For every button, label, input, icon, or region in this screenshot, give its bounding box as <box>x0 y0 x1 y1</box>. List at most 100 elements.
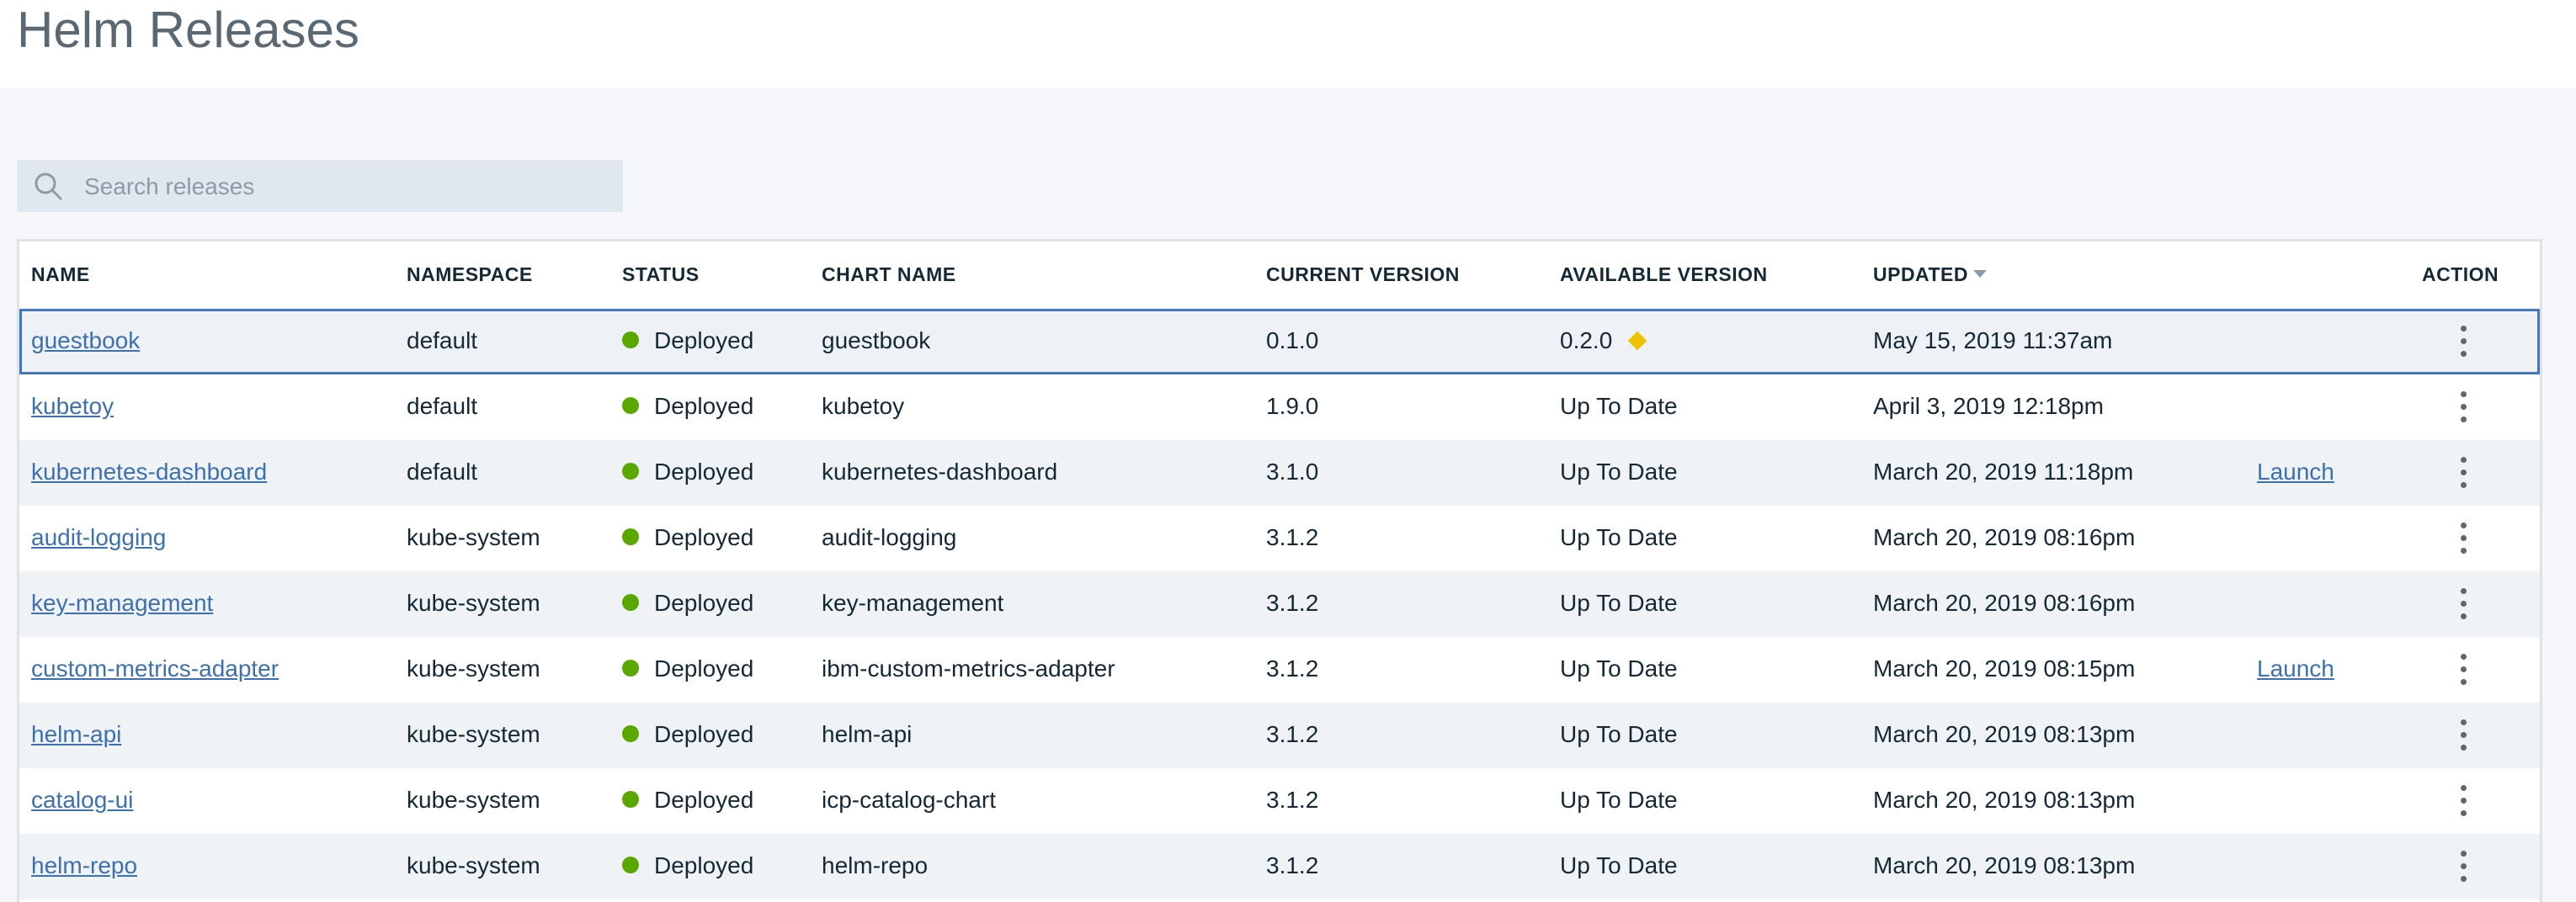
status-cell: Deployed <box>622 524 753 551</box>
table-row[interactable]: guestbook default Deployed guestbook 0.1.0 0.… <box>19 309 2540 374</box>
current-version-cell: 3.1.2 <box>1266 721 1319 747</box>
table-row[interactable]: kubernetes-dashboard default Deployed kuber… <box>19 440 2540 506</box>
release-name-link[interactable]: helm-repo <box>31 852 137 878</box>
available-version-cell: Up To Date <box>1560 393 1678 420</box>
available-version-label: Up To Date <box>1560 459 1678 485</box>
release-name-cell: custom-metrics-adapter <box>31 655 279 682</box>
search-input[interactable] <box>82 160 608 214</box>
available-version-label: Up To Date <box>1560 393 1678 419</box>
status-dot-icon <box>622 659 639 676</box>
available-version-label: Up To Date <box>1560 852 1678 878</box>
release-name-cell: kubernetes-dashboard <box>31 459 267 485</box>
overflow-menu-icon[interactable] <box>2451 716 2476 755</box>
status-label: Deployed <box>654 655 754 682</box>
releases-table: NAME NAMESPACE STATUS CHART NAME CURRENT… <box>17 239 2542 902</box>
sort-descending-icon <box>1972 270 1987 279</box>
current-version-cell: 3.1.2 <box>1266 524 1319 550</box>
column-header-available-version[interactable]: AVAILABLE VERSION <box>1560 263 1768 286</box>
launch-cell: Launch <box>2257 459 2334 485</box>
release-name-cell: helm-api <box>31 721 121 748</box>
table-row[interactable]: helm-api kube-system Deployed helm-api 3.1.2… <box>19 703 2540 768</box>
release-name-cell: key-management <box>31 590 213 617</box>
launch-link[interactable]: Launch <box>2257 655 2334 682</box>
table-row[interactable]: catalog-ui kube-system Deployed icp-catalog… <box>19 768 2540 834</box>
status-cell: Deployed <box>622 721 753 748</box>
release-name-link[interactable]: helm-api <box>31 721 121 747</box>
overflow-menu-icon[interactable] <box>2451 847 2476 886</box>
status-dot-icon <box>622 462 639 480</box>
search-box[interactable] <box>17 160 623 214</box>
column-header-chart-name[interactable]: CHART NAME <box>822 263 956 286</box>
launch-link[interactable]: Launch <box>2257 459 2334 485</box>
release-name-link[interactable]: key-management <box>31 590 213 616</box>
chart-name-cell: kubernetes-dashboard <box>822 459 1058 485</box>
overflow-menu-icon[interactable] <box>2451 585 2476 623</box>
available-version-cell: Up To Date <box>1560 590 1678 617</box>
release-name-link[interactable]: guestbook <box>31 327 140 353</box>
namespace-cell: kube-system <box>407 524 540 550</box>
namespace-cell: kube-system <box>407 655 540 682</box>
overflow-menu-icon[interactable] <box>2451 454 2476 492</box>
status-label: Deployed <box>654 787 754 813</box>
status-label: Deployed <box>654 327 754 353</box>
release-name-link[interactable]: audit-logging <box>31 524 166 550</box>
column-header-current-version[interactable]: CURRENT VERSION <box>1266 263 1460 286</box>
overflow-menu-icon[interactable] <box>2451 519 2476 558</box>
updated-cell: March 20, 2019 08:13pm <box>1873 852 2136 878</box>
available-version-cell: Up To Date <box>1560 459 1678 485</box>
available-version-cell: Up To Date <box>1560 524 1678 551</box>
table-row[interactable]: custom-metrics-adapter kube-system Deploye… <box>19 637 2540 703</box>
chart-name-cell: guestbook <box>822 327 931 353</box>
column-header-namespace[interactable]: NAMESPACE <box>407 263 533 286</box>
chart-name-cell: ibm-custom-metrics-adapter <box>822 655 1115 682</box>
column-header-updated-label: UPDATED <box>1873 263 1968 285</box>
column-header-updated[interactable]: UPDATED <box>1873 263 1987 286</box>
available-version-cell: Up To Date <box>1560 787 1678 814</box>
status-cell: Deployed <box>622 327 753 354</box>
current-version-cell: 3.1.2 <box>1266 655 1319 682</box>
status-dot-icon <box>622 396 639 414</box>
namespace-cell: default <box>407 393 478 419</box>
release-name-cell: guestbook <box>31 327 140 354</box>
status-label: Deployed <box>654 459 754 485</box>
namespace-cell: kube-system <box>407 590 540 616</box>
status-cell: Deployed <box>622 787 753 814</box>
release-name-link[interactable]: catalog-ui <box>31 787 133 813</box>
status-label: Deployed <box>654 524 754 550</box>
overflow-menu-icon[interactable] <box>2451 782 2476 820</box>
release-name-link[interactable]: custom-metrics-adapter <box>31 655 279 682</box>
current-version-cell: 3.1.2 <box>1266 787 1319 813</box>
column-header-action: ACTION <box>2422 263 2499 285</box>
available-version-cell: Up To Date <box>1560 721 1678 748</box>
release-name-cell: audit-logging <box>31 524 166 551</box>
overflow-menu-icon[interactable] <box>2451 650 2476 689</box>
status-cell: Deployed <box>622 393 753 420</box>
status-cell: Deployed <box>622 655 753 682</box>
column-header-name[interactable]: NAME <box>31 263 90 286</box>
current-version-cell: 3.1.2 <box>1266 852 1319 878</box>
overflow-menu-icon[interactable] <box>2451 322 2476 361</box>
available-version-cell: 0.2.0 <box>1560 327 1647 354</box>
status-dot-icon <box>622 593 639 611</box>
available-version-label: Up To Date <box>1560 787 1678 813</box>
release-name-link[interactable]: kubernetes-dashboard <box>31 459 267 485</box>
current-version-cell: 3.1.0 <box>1266 459 1319 485</box>
status-cell: Deployed <box>622 459 753 485</box>
overflow-menu-icon[interactable] <box>2451 388 2476 427</box>
table-row[interactable]: helm-repo kube-system Deployed helm-repo 3.1… <box>19 834 2540 899</box>
available-version-label: 0.2.0 <box>1560 327 1613 353</box>
current-version-cell: 3.1.2 <box>1266 590 1319 616</box>
status-label: Deployed <box>654 590 754 616</box>
available-version-label: Up To Date <box>1560 721 1678 747</box>
column-header-status[interactable]: STATUS <box>622 263 700 286</box>
table-row[interactable]: key-management kube-system Deployed key-man… <box>19 571 2540 637</box>
update-available-icon <box>1627 331 1647 350</box>
status-dot-icon <box>622 331 639 348</box>
table-row[interactable]: kubetoy default Deployed kubetoy 1.9.0 Up To … <box>19 374 2540 440</box>
release-name-cell: catalog-ui <box>31 787 133 814</box>
status-label: Deployed <box>654 852 754 878</box>
chart-name-cell: helm-api <box>822 721 913 747</box>
status-label: Deployed <box>654 721 754 747</box>
release-name-link[interactable]: kubetoy <box>31 393 114 419</box>
table-row[interactable]: audit-logging kube-system Deployed audit-lo… <box>19 506 2540 571</box>
